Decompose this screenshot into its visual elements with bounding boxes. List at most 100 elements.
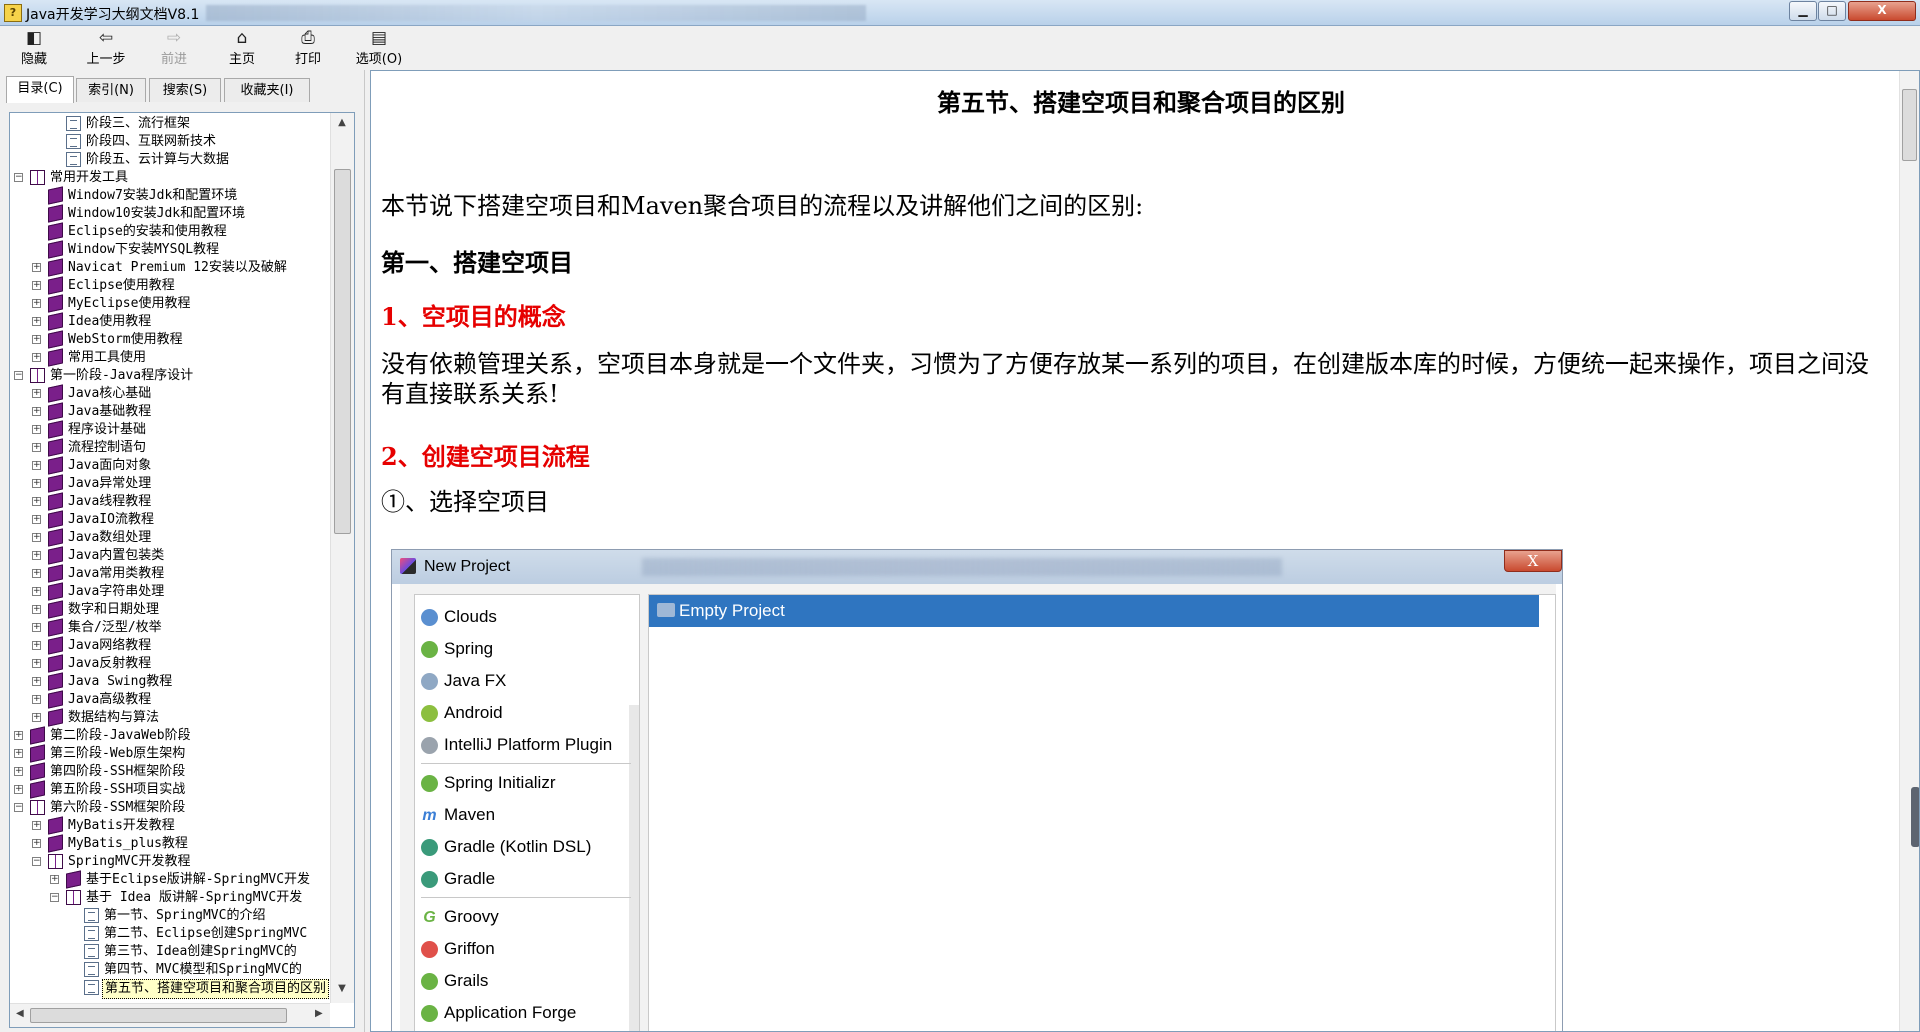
expand-icon[interactable]: + [32,839,41,848]
expand-icon[interactable]: + [14,785,23,794]
book-icon [48,510,63,529]
collapse-icon[interactable]: − [50,893,59,902]
content-vertical-scrollbar[interactable] [1899,71,1919,1031]
expand-icon[interactable]: + [32,605,41,614]
expand-icon[interactable]: + [32,479,41,488]
project-type-item: Android [421,701,631,727]
options-button[interactable]: ▤ 选项(O) [348,28,410,68]
tab-favorites[interactable]: 收藏夹(I) [224,78,310,102]
tree-item-label: 第四节、MVC模型和SpringMVC的 [104,962,302,977]
expand-icon[interactable]: + [32,263,41,272]
book-icon [48,240,63,259]
scroll-right-arrow-icon[interactable]: ▶ [315,1008,323,1019]
expand-icon[interactable]: + [32,533,41,542]
page-icon [84,962,99,977]
print-button[interactable]: ⎙ 打印 [282,28,334,68]
expand-icon[interactable]: + [32,461,41,470]
home-button[interactable]: ⌂ 主页 [216,28,268,68]
expand-icon[interactable]: + [32,389,41,398]
tree-item-label: Java线程教程 [68,494,152,509]
scrollbar-thumb[interactable] [1902,89,1917,161]
hide-button[interactable]: ◧ 隐藏 [8,28,60,68]
expand-icon[interactable]: + [32,425,41,434]
tree-item-label: 第三阶段-Web原生架构 [50,746,186,761]
expand-icon[interactable]: + [14,731,23,740]
subsection-heading: 1、空项目的概念 [381,302,566,331]
page-title: 第五节、搭建空项目和聚合项目的区别 [937,88,1345,117]
collapse-icon[interactable]: − [14,803,23,812]
expand-icon[interactable]: + [32,569,41,578]
close-button[interactable]: X [1848,1,1916,21]
tree-item-label: Window10安装Jdk和配置环境 [68,206,246,221]
tree-item-label: WebStorm使用教程 [68,332,183,347]
collapse-icon[interactable]: − [32,857,41,866]
scroll-up-arrow-icon[interactable]: ▲ [335,117,349,131]
tree-item-label: 第一阶段-Java程序设计 [50,368,194,383]
expand-icon[interactable]: + [32,299,41,308]
project-type-item: G Groovy [421,905,631,931]
expand-icon[interactable]: + [32,281,41,290]
tree-item-label: Java内置包装类 [68,548,165,563]
tree-item-label: Java基础教程 [68,404,152,419]
expand-icon[interactable]: + [32,515,41,524]
book-icon [48,492,63,511]
scroll-left-arrow-icon[interactable]: ◀ [16,1008,24,1019]
tree-item-label: Idea使用教程 [68,314,152,329]
tab-index[interactable]: 索引(N) [76,78,146,102]
collapse-icon[interactable]: − [14,371,23,380]
expand-icon[interactable]: + [32,713,41,722]
expand-icon[interactable]: + [32,659,41,668]
book-icon [48,474,63,493]
book-icon [48,330,63,349]
tree-horizontal-scrollbar[interactable]: ◀ ▶ [10,1003,330,1027]
project-type-label: Java FX [444,671,507,690]
project-type-list: Clouds Spring Java FX Android IntelliJ Platf… [414,594,640,1031]
book-icon [48,618,63,637]
tree-item-label: 第六阶段-SSM框架阶段 [50,800,186,815]
expand-icon[interactable]: + [32,623,41,632]
expand-icon[interactable]: + [32,677,41,686]
tree-item-label: 基于 Idea 版讲解-SpringMVC开发 [86,890,303,905]
minimize-button[interactable]: ▁ [1789,1,1817,21]
book-icon [48,654,63,673]
project-type-label: Spring [444,639,494,658]
tree-vertical-scrollbar[interactable]: ▲ ▼ [330,113,354,1003]
expand-icon[interactable]: + [32,695,41,704]
expand-icon[interactable]: + [14,749,23,758]
side-grip-handle[interactable] [1911,787,1919,847]
navigation-pane: 目录(C) 索引(N) 搜索(S) 收藏夹(I) 阶段三、流行框架 阶段四、互联网… [0,70,364,1032]
expand-icon[interactable]: + [32,443,41,452]
scrollbar-thumb[interactable] [30,1008,287,1023]
expand-icon[interactable]: + [32,587,41,596]
project-type-item: Clouds [421,605,631,631]
expand-icon[interactable]: + [32,407,41,416]
page-icon [66,134,81,149]
tree-item-label: 阶段五、云计算与大数据 [86,152,230,167]
expand-icon[interactable]: + [32,353,41,362]
gradle-icon [421,871,438,888]
tree-item-label: Java面向对象 [68,458,152,473]
expand-icon[interactable]: + [32,551,41,560]
expand-icon[interactable]: + [32,335,41,344]
expand-icon[interactable]: + [32,821,41,830]
scroll-down-arrow-icon[interactable]: ▼ [335,983,349,997]
tab-contents[interactable]: 目录(C) [6,76,74,103]
expand-icon[interactable]: + [32,641,41,650]
forward-button[interactable]: ⇨ 前进 [148,28,200,68]
dialog-body: Clouds Spring Java FX Android IntelliJ Platf… [400,584,1556,1031]
griffon-icon [421,941,438,958]
maximize-button[interactable]: □ [1818,1,1846,21]
tab-search[interactable]: 搜索(S) [149,78,221,102]
tree-item-label: 程序设计基础 [68,422,147,437]
back-button[interactable]: ⇦ 上一步 [76,28,136,68]
collapse-icon[interactable]: − [14,173,23,182]
project-type-item: Application Forge [421,1001,631,1027]
scrollbar-thumb[interactable] [334,169,351,534]
folder-icon [421,673,438,690]
expand-icon[interactable]: + [14,767,23,776]
list-separator [421,897,631,898]
expand-icon[interactable]: + [32,317,41,326]
expand-icon[interactable]: + [50,875,59,884]
tree-item-label: 基于Eclipse版讲解-SpringMVC开发 [86,872,311,887]
expand-icon[interactable]: + [32,497,41,506]
